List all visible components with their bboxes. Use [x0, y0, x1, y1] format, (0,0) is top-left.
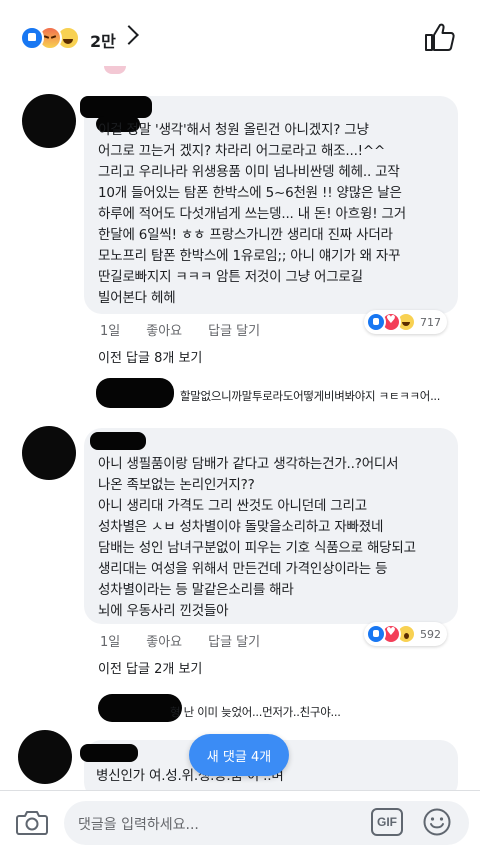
like-reaction-icon: [20, 26, 44, 50]
gif-button[interactable]: GIF: [371, 808, 403, 836]
comment-reactions[interactable]: 592: [364, 622, 447, 646]
emoji-icon[interactable]: [422, 807, 452, 837]
like-button-icon[interactable]: [424, 22, 456, 52]
reply-preview[interactable]: 형 난 이미 늦었어...먼저가..친구야...: [170, 704, 341, 720]
like-reaction-icon: [366, 624, 386, 644]
reply-avatar: [96, 378, 174, 408]
timestamp: 1일: [100, 324, 121, 339]
avatar[interactable]: [22, 94, 76, 148]
comment-input[interactable]: 댓글을 입력하세요... GIF: [64, 801, 469, 845]
like-reaction-icon: [366, 312, 386, 332]
like-link[interactable]: 좋아요: [146, 631, 182, 650]
comment-reactions[interactable]: 717: [364, 310, 447, 334]
previous-content-fragment: [104, 66, 126, 74]
camera-icon[interactable]: [16, 809, 48, 835]
comment-actions: 1일 좋아요 답글 달기: [100, 631, 260, 650]
redacted-name: [90, 432, 146, 450]
reaction-icons[interactable]: [20, 26, 80, 50]
avatar[interactable]: [18, 730, 72, 784]
reaction-count: 717: [420, 315, 441, 329]
new-comments-button[interactable]: 새 댓글 4개: [189, 734, 289, 776]
view-previous-replies[interactable]: 이전 답글 8개 보기: [98, 347, 202, 366]
reaction-count: 592: [420, 627, 441, 641]
reaction-count[interactable]: 2만: [90, 28, 116, 52]
comment-actions: 1일 좋아요 답글 달기: [100, 320, 260, 339]
reply-link[interactable]: 답글 달기: [208, 631, 260, 650]
comment-text: 이걸 정말 '생각'해서 청원 올린건 아니겠지? 그냥 어그로 끄는거 겠지?…: [98, 122, 406, 306]
chevron-right-icon[interactable]: [119, 25, 139, 45]
like-link[interactable]: 좋아요: [146, 320, 182, 339]
comment-text: 아니 생필품이랑 담배가 같다고 생각하는건가..?어디서 나온 족보없는 논리…: [98, 456, 416, 619]
comment-input-placeholder: 댓글을 입력하세요...: [78, 817, 199, 833]
comment-composer: 댓글을 입력하세요... GIF: [0, 790, 480, 857]
avatar[interactable]: [22, 426, 76, 480]
reply-link[interactable]: 답글 달기: [208, 320, 260, 339]
view-previous-replies[interactable]: 이전 답글 2개 보기: [98, 658, 202, 677]
redacted-name: [80, 96, 152, 118]
reply-preview[interactable]: 할말없으니까말투로라도어떻게비벼봐야지 ㅋㅌㅋㅋ어...: [180, 388, 440, 404]
reactions-header: 2만: [0, 0, 480, 72]
timestamp: 1일: [100, 635, 121, 650]
redacted-name: [80, 744, 138, 762]
